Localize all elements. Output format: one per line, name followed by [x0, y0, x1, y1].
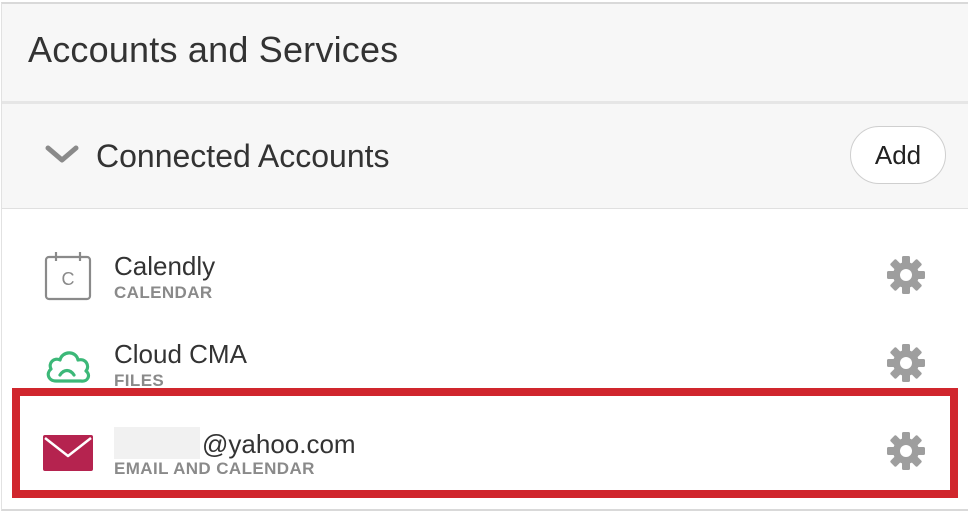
calendar-icon: C: [44, 252, 92, 301]
gear-icon[interactable]: [886, 343, 926, 383]
accounts-list: C Calendly CALENDAR Cloud CMA FILES @yah…: [2, 209, 968, 509]
list-item[interactable]: C Calendly CALENDAR: [2, 231, 968, 319]
add-account-button[interactable]: Add: [850, 126, 946, 184]
svg-text:C: C: [62, 269, 75, 289]
title-bar: Accounts and Services: [2, 4, 968, 104]
accounts-panel: Accounts and Services Connected Accounts…: [1, 2, 968, 511]
account-name: Cloud CMA: [114, 339, 247, 369]
account-type: FILES: [114, 371, 165, 390]
gear-icon[interactable]: [886, 255, 926, 295]
account-email-domain: @yahoo.com: [202, 429, 356, 459]
account-type: CALENDAR: [114, 283, 213, 302]
chevron-down-icon[interactable]: [44, 142, 80, 166]
connected-accounts-header[interactable]: Connected Accounts Add: [2, 104, 968, 209]
mail-icon: [43, 435, 93, 471]
redacted-text: [114, 427, 200, 459]
list-item[interactable]: @yahoo.com EMAIL AND CALENDAR: [2, 407, 968, 495]
section-title: Connected Accounts: [96, 138, 390, 174]
account-name: @yahoo.com: [114, 427, 356, 460]
page-title: Accounts and Services: [28, 29, 399, 70]
cloud-icon: [46, 351, 91, 383]
account-name: Calendly: [114, 251, 216, 281]
account-type: EMAIL AND CALENDAR: [114, 459, 315, 478]
list-item[interactable]: Cloud CMA FILES: [2, 319, 968, 407]
gear-icon[interactable]: [886, 431, 926, 471]
